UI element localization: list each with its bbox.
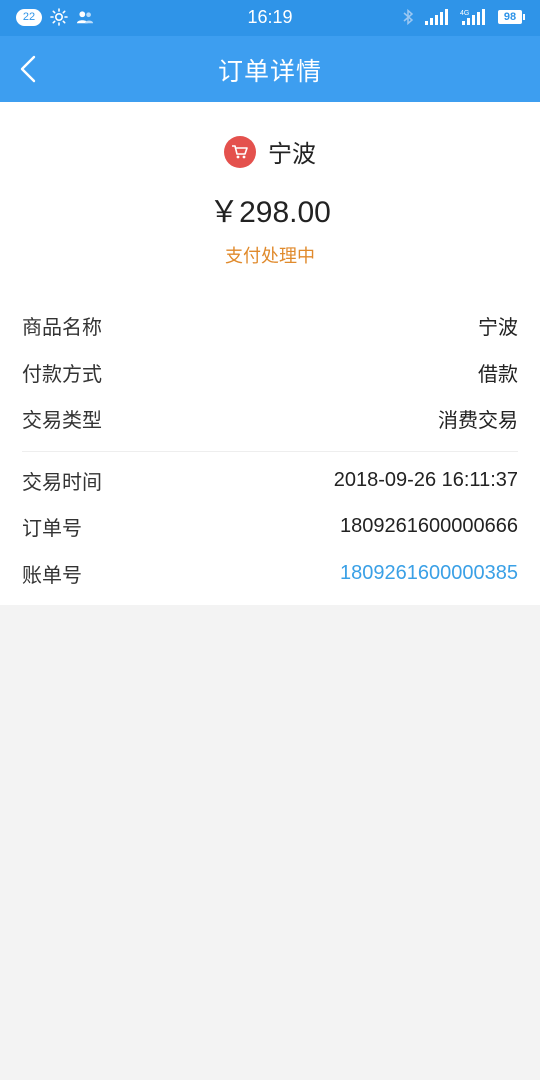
detail-value: 借款 [478, 363, 518, 386]
detail-label: 交易类型 [22, 407, 102, 432]
page-title: 订单详情 [217, 57, 322, 86]
detail-label: 订单号 [22, 515, 82, 540]
4g-signal-icon: 4G [460, 9, 485, 25]
detail-value: 2018-09-26 16:11:37 [333, 468, 518, 491]
merchant-name: 宁波 [268, 140, 316, 168]
detail-label: 账单号 [22, 562, 82, 587]
bluetooth-icon [403, 8, 414, 26]
network-type-label: 4G [460, 10, 469, 17]
detail-label: 商品名称 [22, 314, 102, 339]
divider [22, 451, 518, 452]
detail-value: 1809261600000666 [340, 514, 518, 537]
shopping-cart-icon [224, 135, 256, 168]
order-amount: ￥298.00 [209, 196, 331, 229]
detail-row-transaction-type: 交易类型 消费交易 [22, 403, 518, 433]
order-detail-card: 宁波 ￥298.00 支付处理中 商品名称 宁波 付款方式 借款 交易类型 消费… [0, 102, 540, 605]
detail-row-order-number: 订单号 1809261600000666 [22, 511, 518, 541]
payment-status: 支付处理中 [225, 246, 315, 267]
detail-label: 交易时间 [22, 469, 102, 494]
merchant-header: 宁波 [0, 134, 540, 169]
detail-row-transaction-time: 交易时间 2018-09-26 16:11:37 [22, 465, 518, 495]
detail-value: 消费交易 [438, 409, 518, 432]
detail-row-payment-method: 付款方式 借款 [22, 357, 518, 387]
detail-value: 宁波 [478, 316, 518, 339]
signal-strength-icon [425, 9, 448, 25]
app-bar: 订单详情 [0, 36, 540, 102]
detail-row-product: 商品名称 宁波 [22, 310, 518, 340]
detail-label: 付款方式 [22, 361, 102, 386]
battery-icon: 98 [498, 10, 525, 24]
status-bar: 22 16:19 4G 98 [0, 0, 540, 36]
status-right: 4G 98 [402, 8, 525, 26]
bill-number-link[interactable]: 1809261600000385 [340, 562, 518, 585]
detail-row-bill-number: 账单号 1809261600000385 [22, 558, 518, 588]
